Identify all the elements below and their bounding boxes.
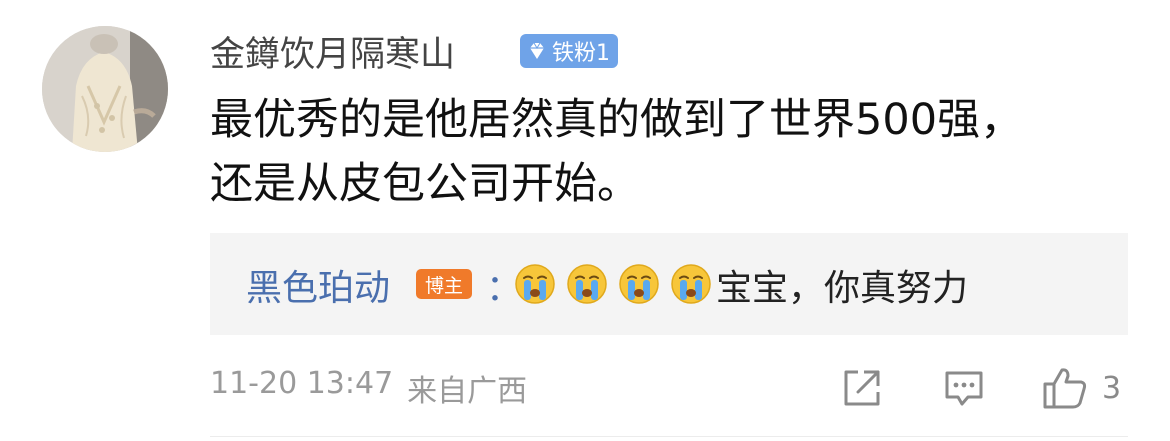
- divider: [210, 436, 1128, 437]
- avatar-image: [42, 26, 168, 152]
- fan-badge: 铁粉1: [520, 34, 618, 68]
- author-badge: 博主: [416, 269, 472, 299]
- share-icon: [844, 370, 880, 406]
- comment-meta: 11-20 13:47 来自广西: [210, 366, 527, 410]
- comment-text-line: 还是从皮包公司开始。: [210, 159, 640, 209]
- like-button[interactable]: 3: [1042, 366, 1121, 410]
- comment-text-line: 最优秀的是他居然真的做到了世界500强，: [210, 95, 1024, 145]
- reply-author-name[interactable]: 黑色珀动: [246, 259, 390, 311]
- comment-date: 11-20 13:47: [210, 366, 394, 401]
- diamond-icon: [530, 42, 544, 59]
- reply-preview[interactable]: 黑色珀动 博主 ： 宝宝，你真努力: [210, 233, 1128, 335]
- crying-face-icon: [567, 264, 607, 304]
- comment-card: 金鐏饮月隔寒山 铁粉1 最优秀的是他居然真的做到了世界500强， 还是从皮包公司…: [0, 0, 1170, 441]
- crying-face-icon: [671, 264, 711, 304]
- comment-button[interactable]: [942, 366, 986, 410]
- share-button[interactable]: [840, 366, 884, 410]
- comment-location: 来自广西: [407, 374, 528, 409]
- reply-text: 宝宝，你真努力: [716, 268, 969, 309]
- crying-face-icon: [619, 264, 659, 304]
- crying-face-icon: [515, 264, 555, 304]
- emoji-group: [514, 263, 712, 305]
- comment-text: 最优秀的是他居然真的做到了世界500强， 还是从皮包公司开始。: [210, 88, 1110, 216]
- comment-bubble-icon: [945, 371, 983, 406]
- fan-badge-label: 铁粉1: [552, 41, 610, 66]
- avatar[interactable]: [42, 26, 168, 152]
- comment-author-name[interactable]: 金鐏饮月隔寒山: [210, 26, 455, 76]
- thumbs-up-icon: [1043, 368, 1087, 409]
- like-count: 3: [1102, 370, 1122, 406]
